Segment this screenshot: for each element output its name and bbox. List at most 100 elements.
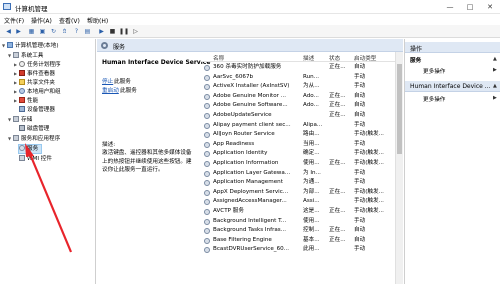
service-desc: 为从...: [303, 83, 320, 90]
submenu-arrow-icon: ▶: [493, 67, 497, 73]
tree-services[interactable]: 服务: [17, 144, 43, 154]
minimize-button[interactable]: —: [440, 0, 460, 14]
service-row[interactable]: BcastDVRUserService_60... 此用... 手动: [201, 245, 403, 255]
menu-view[interactable]: 查看(V): [59, 16, 80, 25]
window-title: 计算机管理: [15, 5, 48, 13]
gear-icon: [204, 161, 210, 167]
gear-icon: [204, 113, 210, 119]
tree-disk-management[interactable]: 磁盘管理: [19, 125, 49, 133]
pause-icon[interactable]: ❚❚: [119, 27, 129, 36]
play-icon[interactable]: ▶: [97, 27, 106, 36]
column-status[interactable]: 状态: [329, 54, 340, 62]
service-name: Adobe Genuine Software...: [213, 102, 288, 109]
service-row[interactable]: Application Information 使用... 正在... 手动(触发..…: [201, 159, 403, 169]
tree-performance[interactable]: ▶ 性能: [14, 97, 38, 105]
vertical-scrollbar[interactable]: [395, 52, 403, 284]
help-icon[interactable]: ?: [72, 27, 81, 36]
column-startup-type[interactable]: 启动类型: [354, 54, 376, 62]
tree-device-manager[interactable]: 设备管理器: [19, 106, 55, 114]
service-row[interactable]: 360 杀毒实时防护加载服务 正在... 自动: [201, 63, 403, 73]
computer-icon: [7, 42, 13, 48]
gear-icon: [204, 93, 210, 100]
service-row[interactable]: Alipay payment client sec... Alipa... 手动: [201, 121, 403, 131]
service-row[interactable]: Adobe Genuine Software... Ado... 正在... 自动: [201, 101, 403, 111]
tree-system-tools[interactable]: ▼ 系统工具: [8, 52, 43, 60]
collapse-icon[interactable]: ▲: [493, 56, 497, 62]
service-desc: 路由...: [303, 131, 320, 138]
restart-service-link[interactable]: 重启动: [102, 86, 119, 94]
service-row[interactable]: Application Identity 确定... 手动(触发...: [201, 149, 403, 159]
service-status: 正在...: [329, 64, 346, 70]
actions-services-group[interactable]: 服务: [410, 56, 421, 64]
submenu-arrow-icon: ▶: [493, 95, 497, 101]
service-row[interactable]: AarSvc_6067b Run... 手动: [201, 73, 403, 83]
selected-service-actions-header[interactable]: Human Interface Device ... ▲: [405, 81, 500, 92]
service-desc: Alipa...: [303, 121, 323, 128]
tools-icon: [13, 52, 19, 58]
properties-icon[interactable]: ▤: [83, 27, 92, 36]
tree-wmi-control[interactable]: WMI 控件: [19, 155, 52, 163]
service-desc: 当用...: [303, 140, 320, 147]
collapse-icon[interactable]: ▲: [493, 83, 497, 89]
performance-icon: [19, 97, 25, 103]
service-name: Background Intelligent T...: [213, 217, 287, 224]
stop-service-link[interactable]: 停止: [102, 77, 113, 85]
more-actions-2[interactable]: 更多操作: [423, 95, 445, 103]
service-row[interactable]: Application Management 为通... 手动: [201, 178, 403, 188]
tree-shared-folders[interactable]: ▶ 共享文件夹: [14, 79, 55, 87]
restart-icon[interactable]: ▷: [131, 27, 140, 36]
service-row[interactable]: AppX Deployment Servic... 为部... 正在... 手动(触发…: [201, 188, 403, 198]
service-row[interactable]: Background Intelligent T... 使用... 手动: [201, 217, 403, 227]
tree-local-users[interactable]: ▶ 本地用户和组: [14, 88, 61, 96]
gear-icon: [204, 65, 210, 71]
column-name[interactable]: 名称: [213, 54, 224, 62]
clock-icon: [19, 61, 25, 67]
menu-help[interactable]: 帮助(H): [87, 16, 108, 25]
tree-root[interactable]: ▼ 计算机管理(本地): [2, 42, 59, 50]
list-header: 名称 描述 状态 启动类型: [201, 52, 403, 62]
forward-icon[interactable]: ▶: [14, 27, 23, 36]
gear-icon: [204, 247, 210, 254]
menu-action[interactable]: 操作(A): [31, 16, 52, 25]
tree-services-apps[interactable]: ▼ 服务和应用程序: [8, 135, 60, 143]
service-desc: Assi...: [303, 198, 320, 205]
title-bar: 计算机管理 — □ ✕: [0, 0, 500, 14]
menu-file[interactable]: 文件(F): [4, 16, 24, 25]
service-row[interactable]: AdobeUpdateService 正在... 自动: [201, 111, 403, 121]
storage-icon: [13, 116, 19, 122]
service-row[interactable]: AVCTP 服务 这是... 正在... 手动(触发...: [201, 207, 403, 217]
service-row[interactable]: ActiveX Installer (AxInstSV) 为从... 手动: [201, 82, 403, 92]
service-row[interactable]: AllJoyn Router Service 路由... 手动(触发...: [201, 130, 403, 140]
service-status: 正在...: [329, 102, 346, 109]
column-description[interactable]: 描述: [303, 54, 314, 62]
refresh-icon[interactable]: ↻: [49, 27, 58, 36]
service-row[interactable]: App Readiness 当用... 手动: [201, 140, 403, 150]
tree-event-viewer[interactable]: ▶ 事件查看器: [14, 70, 55, 78]
service-description: 激活键盘、遥控器和其他多媒体设备上的热按钮并继续使用这些按钮。建议你让此服务一直…: [102, 150, 192, 173]
maximize-button[interactable]: □: [460, 0, 480, 14]
service-row[interactable]: AssignedAccessManager... Assi... 手动(触发...: [201, 197, 403, 207]
show-hide-tree-icon[interactable]: ▣: [38, 27, 47, 36]
gear-icon: [204, 141, 210, 148]
service-row[interactable]: Base Filtering Engine 基本... 正在... 自动: [201, 236, 403, 246]
actions-pane: 操作 服务 ▲ 更多操作 ▶ Human Interface Device ..…: [404, 39, 500, 284]
service-name: Base Filtering Engine: [213, 236, 272, 243]
scrollbar-thumb[interactable]: [397, 64, 402, 154]
back-icon[interactable]: ◀: [4, 27, 13, 36]
close-button[interactable]: ✕: [480, 0, 500, 14]
stop-icon[interactable]: ■: [108, 27, 117, 36]
service-desc: 为通...: [303, 179, 320, 186]
service-row[interactable]: Background Tasks Infras... 控制... 正在... 自动: [201, 226, 403, 236]
service-row[interactable]: Adobe Genuine Monitor ... Ado... 正在... 自动: [201, 92, 403, 102]
gear-icon: [204, 209, 210, 215]
navigation-tree: ▼ 计算机管理(本地) ▼ 系统工具 ▶ 任务计划程序 ▶ 事件查看器 ▶ 共享文件夹 ▶…: [0, 39, 96, 284]
tree-storage[interactable]: ▼ 存储: [8, 116, 32, 124]
export-icon[interactable]: ⇯: [60, 27, 69, 36]
tree-task-scheduler[interactable]: ▶ 任务计划程序: [14, 61, 61, 69]
more-actions-1[interactable]: 更多操作: [423, 67, 445, 75]
service-name: AllJoyn Router Service: [213, 131, 275, 138]
menu-bar: 文件(F) 操作(A) 查看(V) 帮助(H): [0, 14, 500, 25]
service-status: 正在...: [329, 160, 346, 166]
service-row[interactable]: Application Layer Gatewa... 为 In... 手动: [201, 169, 403, 179]
up-icon[interactable]: ▦: [27, 27, 36, 36]
